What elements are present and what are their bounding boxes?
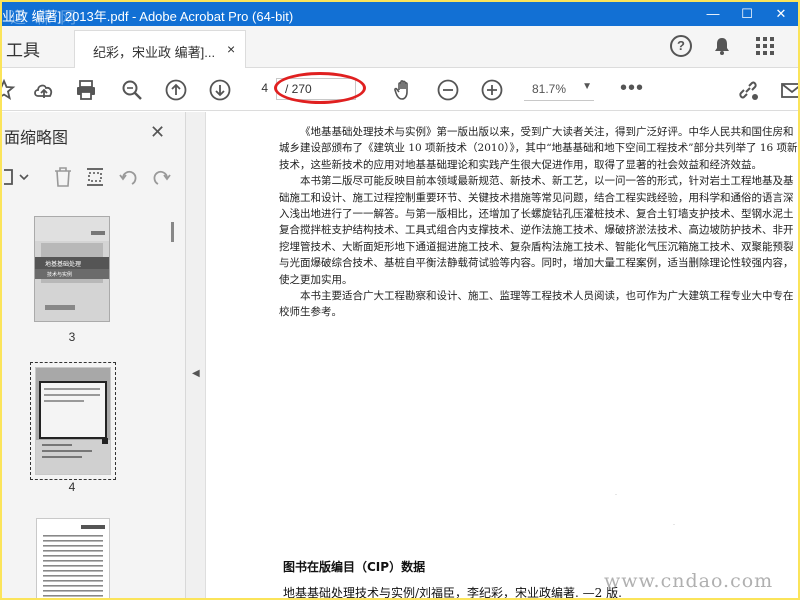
bell-icon[interactable] <box>714 37 730 55</box>
paragraph-2: 本书第二版尽可能反映目前本领域最新规范、新技术、新工艺，以一问一答的形式，针对岩… <box>279 175 794 286</box>
close-tab-icon[interactable]: × <box>227 41 235 57</box>
current-page-input[interactable]: 4 <box>254 81 268 95</box>
paragraph-1: 《地基基础处理技术与实例》第一版出版以来，受到广大读者关注，得到广泛好评。中华人… <box>279 126 798 171</box>
zoom-level-select[interactable]: 81.7% ▼ <box>524 79 594 101</box>
tab-bar: 工具 纪彩，宋业政 编著]... × ? <box>2 26 798 68</box>
zoom-out-icon[interactable] <box>436 78 460 102</box>
upload-cloud-icon[interactable] <box>32 78 56 102</box>
insert-page-icon[interactable] <box>84 166 106 188</box>
thumbnail-page-5[interactable] <box>36 518 110 598</box>
thumbnail-page-4[interactable] <box>35 367 111 475</box>
page-5-preview <box>43 525 105 597</box>
red-highlight-ellipse <box>274 72 366 104</box>
maximize-button[interactable]: ☐ <box>730 2 764 26</box>
panel-toolbar <box>2 160 186 194</box>
zoom-in-icon[interactable] <box>480 78 504 102</box>
rotate-left-icon[interactable] <box>118 166 140 188</box>
previous-page-icon[interactable] <box>164 78 188 102</box>
collapse-arrow-icon[interactable]: ◀ <box>192 368 200 379</box>
delete-page-icon[interactable] <box>52 166 74 188</box>
thumbnail-page-3[interactable]: 地基基础处理 技术与实例 <box>34 216 110 322</box>
close-panel-icon[interactable]: ✕ <box>150 122 165 143</box>
zoom-search-icon[interactable] <box>120 78 144 102</box>
apps-grid-icon[interactable] <box>756 37 774 55</box>
minimize-button[interactable]: — <box>696 2 730 26</box>
hand-tool-icon[interactable] <box>392 78 416 102</box>
rotate-right-icon[interactable] <box>150 166 172 188</box>
cover-image: 地基基础处理 技术与实例 <box>35 217 109 321</box>
site-watermark: www.cndao.com <box>604 570 774 592</box>
paragraph-3: 本书主要适合广大工程勘察和设计、施工、监理等工程技术人员阅读，也可作为广大建筑工… <box>279 290 794 319</box>
tab-document[interactable]: 纪彩，宋业政 编著]... × <box>74 30 246 68</box>
thumbnail-label-4: 4 <box>68 480 76 494</box>
print-speck: · <box>615 492 617 498</box>
cover-title-text: 地基基础处理 <box>45 260 81 268</box>
chevron-down-icon[interactable] <box>18 166 30 188</box>
panel-title: 面缩略图 <box>4 130 69 147</box>
toolbar: 4 / 270 81.7% ▼ ••• <box>2 69 798 111</box>
title-watermark: 道 森 网 <box>10 8 79 27</box>
help-icon[interactable]: ? <box>670 35 692 57</box>
cip-entry: 地基基础处理技术与实例/刘福臣，李纪彩，宋业政编著. —2 版. <box>283 586 622 598</box>
print-speck: · <box>673 522 675 528</box>
page-body-text: 《地基基础处理技术与实例》第一版出版以来，受到广大读者关注，得到广泛好评。中华人… <box>279 124 798 321</box>
panel-splitter[interactable]: ◀ <box>186 112 206 598</box>
panel-scrollbar-thumb[interactable] <box>171 222 174 242</box>
document-view[interactable]: 《地基基础处理技术与实例》第一版出版以来，受到广大读者关注，得到广泛好评。中华人… <box>207 112 798 598</box>
print-icon[interactable] <box>74 78 98 102</box>
acrobat-window: 业政 编著] 2013年.pdf - Adobe Acrobat Pro (64… <box>2 2 798 598</box>
cip-heading: 图书在版编目（CIP）数据 <box>283 560 426 574</box>
star-icon[interactable] <box>2 78 16 102</box>
zoom-value: 81.7% <box>532 82 567 96</box>
close-window-button[interactable]: ✕ <box>764 2 798 26</box>
svg-text:技术与实例: 技术与实例 <box>47 271 72 278</box>
thumbnail-label-3: 3 <box>68 330 76 344</box>
panel-scrollbar[interactable] <box>167 208 179 598</box>
mail-icon[interactable] <box>780 78 798 102</box>
next-page-icon[interactable] <box>208 78 232 102</box>
more-tools-icon[interactable]: ••• <box>620 77 644 100</box>
page-4-preview <box>36 368 110 474</box>
chevron-down-icon: ▼ <box>582 81 592 92</box>
title-bar: 业政 编著] 2013年.pdf - Adobe Acrobat Pro (64… <box>2 2 798 27</box>
tab-tools[interactable]: 工具 <box>6 36 40 61</box>
tab-document-label: 纪彩，宋业政 编著]... <box>93 45 216 60</box>
page-thumbnails-panel: 面缩略图 ✕ 地基基础处理 技术与实例 3 4 <box>2 112 186 598</box>
share-link-icon[interactable] <box>736 78 760 102</box>
